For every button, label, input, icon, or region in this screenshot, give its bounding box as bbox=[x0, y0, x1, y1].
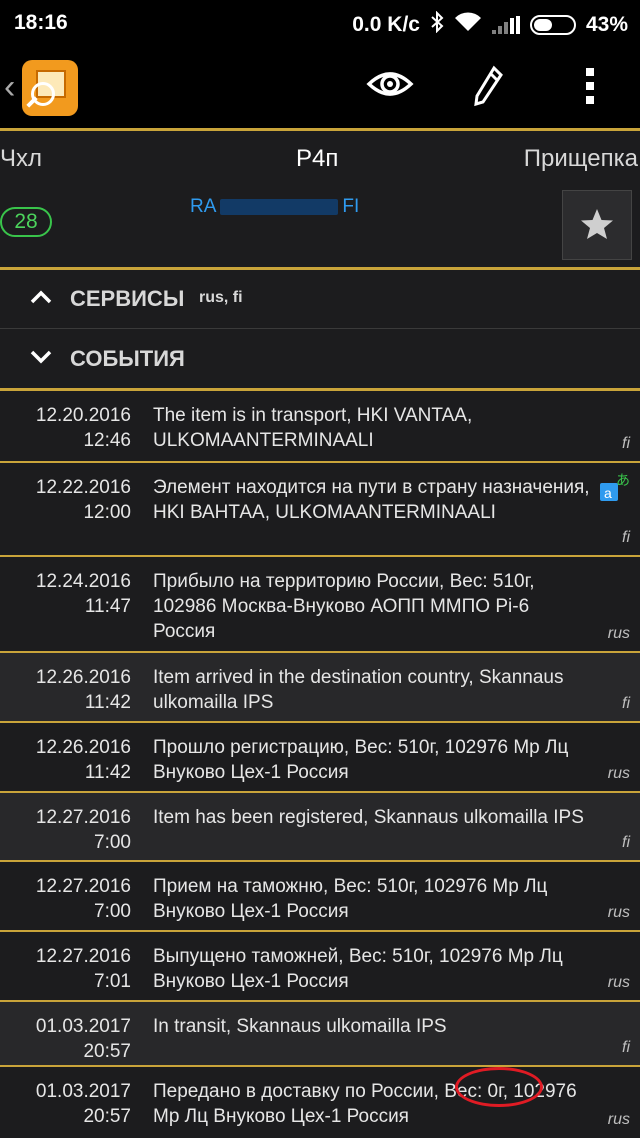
event-date: 12.27.2016 bbox=[35, 876, 131, 897]
event-date: 01.03.2017 bbox=[35, 1081, 131, 1102]
status-bar: 18:16 0.0 K/c 43% bbox=[0, 0, 640, 46]
event-datetime: 12.27.2016 7:01 bbox=[0, 944, 131, 994]
event-datetime: 12.22.2016 12:00 bbox=[0, 475, 131, 525]
event-datetime: 12.24.2016 11:47 bbox=[0, 569, 131, 619]
event-text: Прием на таможню, Вес: 510г, 102976 Мр Л… bbox=[153, 876, 548, 922]
event-datetime: 12.26.2016 11:42 bbox=[0, 735, 131, 785]
description-label: Прищепка bbox=[523, 145, 638, 172]
event-text: In transit, Skannaus ulkomailla IPS bbox=[153, 1016, 447, 1037]
more-vertical-icon[interactable] bbox=[582, 64, 598, 113]
event-time: 7:00 bbox=[94, 901, 131, 922]
event-datetime: 01.03.2017 20:57 bbox=[0, 1014, 131, 1064]
signal-icon bbox=[491, 16, 520, 34]
highlight-annotation bbox=[455, 1067, 543, 1107]
event-row[interactable]: 12.26.2016 11:42 Прошло регистрацию, Вес:… bbox=[0, 723, 640, 793]
event-language: rus bbox=[607, 1111, 630, 1128]
translate-icon[interactable]: a あ bbox=[598, 469, 634, 510]
event-datetime: 12.27.2016 7:00 bbox=[0, 874, 131, 924]
parcel-name: Р4п bbox=[296, 145, 339, 172]
package-search-icon[interactable] bbox=[22, 60, 78, 116]
event-time: 20:57 bbox=[83, 1106, 131, 1127]
event-text: Item arrived in the destination country,… bbox=[153, 667, 564, 713]
pencil-icon[interactable] bbox=[472, 64, 504, 113]
chevron-up-icon bbox=[30, 289, 52, 310]
services-title: СЕРВИСЫ bbox=[70, 286, 185, 311]
wifi-icon bbox=[454, 12, 482, 38]
eye-icon[interactable] bbox=[366, 64, 414, 109]
event-date: 12.22.2016 bbox=[35, 477, 131, 498]
event-time: 7:01 bbox=[94, 971, 131, 992]
days-badge: 28 bbox=[0, 207, 52, 237]
battery-percent: 43% bbox=[585, 13, 628, 36]
event-time: 7:00 bbox=[94, 832, 131, 853]
event-date: 12.27.2016 bbox=[35, 946, 131, 967]
tracking-prefix: RA bbox=[190, 196, 217, 217]
services-section-header[interactable]: СЕРВИСЫ rus, fi bbox=[0, 271, 640, 327]
event-language: fi bbox=[622, 529, 630, 546]
chevron-left-icon[interactable]: ‹ bbox=[4, 68, 15, 107]
event-date: 01.03.2017 bbox=[35, 1016, 131, 1037]
event-date: 12.26.2016 bbox=[35, 667, 131, 688]
event-text: Выпущено таможней, Вес: 510г, 102976 Мр … bbox=[153, 946, 563, 992]
event-date: 12.27.2016 bbox=[35, 807, 131, 828]
tracking-redacted bbox=[220, 198, 339, 215]
event-row[interactable]: 01.03.2017 20:57 Передано в доставку по Р… bbox=[0, 1067, 640, 1137]
event-datetime: 12.20.2016 12:46 bbox=[0, 403, 131, 453]
status-time: 18:16 bbox=[14, 11, 68, 34]
event-text: Item has been registered, Skannaus ulkom… bbox=[153, 807, 584, 828]
battery-icon bbox=[529, 15, 576, 35]
svg-text:あ: あ bbox=[616, 473, 630, 489]
svg-text:a: a bbox=[604, 485, 612, 501]
event-row[interactable]: 12.24.2016 11:47 Прибыло на территорию Ро… bbox=[0, 557, 640, 653]
event-language: fi bbox=[622, 695, 630, 712]
event-row[interactable]: 12.27.2016 7:00 Item has been registered,… bbox=[0, 793, 640, 862]
event-time: 12:00 bbox=[83, 502, 131, 523]
event-time: 11:42 bbox=[84, 692, 131, 713]
parcel-header: Чхл Р4п Прищепка 28 RA FI bbox=[0, 131, 640, 268]
divider bbox=[0, 267, 640, 270]
chevron-down-icon bbox=[30, 349, 52, 370]
star-icon bbox=[581, 209, 613, 239]
event-time: 20:57 bbox=[83, 1041, 131, 1062]
event-text: Прибыло на территорию России, Вес: 510г,… bbox=[153, 571, 535, 642]
bluetooth-icon bbox=[430, 10, 444, 39]
event-language: rus bbox=[607, 904, 630, 921]
tracking-number[interactable]: RA FI bbox=[190, 196, 359, 218]
favorite-button[interactable] bbox=[562, 190, 632, 260]
services-languages: rus, fi bbox=[199, 289, 243, 306]
event-time: 11:42 bbox=[84, 762, 131, 783]
event-row[interactable]: 12.26.2016 11:42 Item arrived in the dest… bbox=[0, 653, 640, 723]
event-text: Прошло регистрацию, Вес: 510г, 102976 Мр… bbox=[153, 737, 569, 783]
event-language: fi bbox=[622, 834, 630, 851]
event-datetime: 12.27.2016 7:00 bbox=[0, 805, 131, 855]
app-toolbar: ‹ bbox=[0, 46, 640, 128]
event-row[interactable]: 12.27.2016 7:00 Прием на таможню, Вес: 51… bbox=[0, 862, 640, 932]
event-language: fi bbox=[622, 1039, 630, 1056]
event-date: 12.20.2016 bbox=[35, 405, 131, 426]
status-indicators: 0.0 K/c 43% bbox=[352, 10, 628, 39]
event-row[interactable]: 01.03.2017 20:57 In transit, Skannaus ulk… bbox=[0, 1002, 640, 1067]
event-time: 11:47 bbox=[84, 596, 131, 617]
sender-label: Чхл bbox=[0, 145, 42, 172]
network-speed: 0.0 K/c bbox=[352, 13, 420, 36]
event-language: rus bbox=[607, 625, 630, 642]
event-language: fi bbox=[622, 435, 630, 452]
event-date: 12.26.2016 bbox=[35, 737, 131, 758]
events-title: СОБЫТИЯ bbox=[70, 346, 185, 371]
event-text: Элемент находится на пути в страну назна… bbox=[153, 477, 590, 523]
event-date: 12.24.2016 bbox=[35, 571, 131, 592]
event-datetime: 01.03.2017 20:57 bbox=[0, 1079, 131, 1129]
event-time: 12:46 bbox=[83, 430, 131, 451]
event-datetime: 12.26.2016 11:42 bbox=[0, 665, 131, 715]
event-row[interactable]: 12.27.2016 7:01 Выпущено таможней, Вес: 5… bbox=[0, 932, 640, 1002]
events-section-header[interactable]: СОБЫТИЯ bbox=[0, 331, 640, 387]
event-text: The item is in transport, HKI VANTAA, UL… bbox=[153, 405, 473, 451]
event-language: rus bbox=[607, 765, 630, 782]
tracking-suffix: FI bbox=[342, 196, 360, 217]
event-row[interactable]: 12.20.2016 12:46 The item is in transport… bbox=[0, 391, 640, 463]
divider bbox=[0, 328, 640, 329]
event-row[interactable]: 12.22.2016 12:00 Элемент находится на пут… bbox=[0, 463, 640, 557]
events-list: 12.20.2016 12:46 The item is in transport… bbox=[0, 391, 640, 1137]
event-language: rus bbox=[607, 974, 630, 991]
